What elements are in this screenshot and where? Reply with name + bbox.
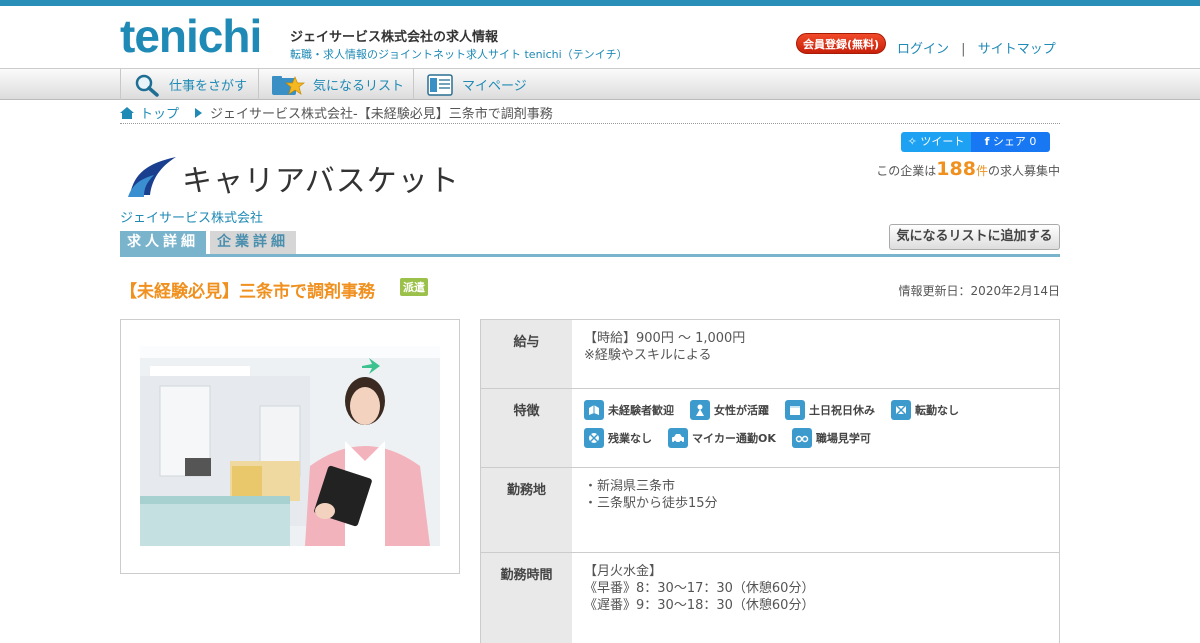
hours-line: 《早番》8：30～17：30（休憩60分）	[584, 581, 815, 596]
count-suffix: の求人募集中	[987, 164, 1060, 178]
job-detail-table: 給与 【時給】900円 ～ 1,000円 ※経験やスキルによる 特徴 未経験者歓…	[480, 319, 1060, 643]
company-name[interactable]: ジェイサービス株式会社	[120, 207, 263, 226]
detail-label: 勤務地	[481, 468, 572, 552]
home-icon	[120, 106, 134, 119]
nav-label: 仕事をさがす	[169, 79, 248, 94]
detail-row-features: 特徴 未経験者歓迎 女性が活躍 土日祝日休み 転勤なし 残業なし マイカー通勤O…	[481, 389, 1059, 468]
job-title: 【未経験必見】三条市で調剤事務	[120, 282, 375, 302]
feature-label: 職場見学可	[815, 431, 871, 445]
detail-label: 給与	[481, 320, 572, 388]
detail-value: 【時給】900円 ～ 1,000円 ※経験やスキルによる	[572, 320, 1059, 388]
feature-item: 転勤なし	[891, 400, 959, 420]
company-logo: キャリアバスケット	[124, 155, 460, 201]
location-line: ・新潟県三条市	[584, 479, 676, 494]
site-header: tenichi ジェイサービス株式会社の求人情報 転職・求人情報のジョイントネッ…	[0, 6, 1200, 68]
nav-item-search-jobs[interactable]: 仕事をさがす	[120, 69, 258, 100]
employment-type-badge: 派遣	[400, 278, 428, 296]
feature-item: 未経験者歓迎	[584, 400, 674, 420]
car-icon	[668, 428, 688, 448]
magnifier-icon	[135, 74, 159, 97]
updated-date: 情報更新日：2020年2月14日	[898, 284, 1060, 298]
feature-item: 女性が活躍	[690, 400, 769, 420]
feature-item: 土日祝日休み	[785, 400, 875, 420]
tab-job-detail[interactable]: 求人詳細	[120, 231, 206, 254]
nav-label: マイページ	[462, 79, 527, 94]
glasses-icon	[791, 428, 812, 448]
count-unit: 件	[975, 164, 988, 178]
count-prefix: この企業は	[876, 164, 937, 178]
job-photo	[140, 346, 440, 546]
feature-label: 転勤なし	[915, 403, 959, 417]
company-logo-text: キャリアバスケット	[182, 164, 460, 199]
detail-row-salary: 給与 【時給】900円 ～ 1,000円 ※経験やスキルによる	[481, 320, 1059, 389]
feature-item: 残業なし	[584, 428, 652, 448]
feature-label: 土日祝日休み	[809, 403, 875, 417]
tab-company-detail[interactable]: 企業詳細	[210, 231, 296, 254]
feature-label: 未経験者歓迎	[608, 403, 674, 417]
calendar-icon	[785, 400, 805, 420]
share-label: シェア 0	[992, 135, 1037, 148]
nav-label: 気になるリスト	[313, 79, 405, 94]
feature-label: マイカー通勤OK	[692, 431, 776, 445]
star-folder-icon	[272, 75, 305, 95]
woman-icon	[690, 400, 710, 420]
salary-line: ※経験やスキルによる	[584, 348, 712, 363]
login-link[interactable]: ログイン	[897, 42, 949, 57]
detail-label: 特徴	[481, 389, 572, 467]
salary-line: 【時給】900円 ～ 1,000円	[584, 331, 746, 346]
breadcrumb-home-link[interactable]: トップ	[140, 103, 179, 122]
job-count: この企業は188件の求人募集中	[876, 158, 1060, 180]
site-subtitle: 転職・求人情報のジョイントネット求人サイト tenichi（テンイチ）	[290, 48, 628, 61]
sitemap-link[interactable]: サイトマップ	[978, 42, 1056, 57]
facebook-icon: f	[984, 135, 990, 148]
facebook-share-button[interactable]: f シェア 0	[971, 132, 1050, 152]
no-transfer-icon	[891, 400, 911, 420]
site-title: ジェイサービス株式会社の求人情報	[290, 30, 499, 45]
hours-line: 《遅番》9：30～18：30（休憩60分）	[584, 598, 815, 613]
career-basket-mark-icon	[128, 157, 176, 197]
no-overtime-icon	[584, 428, 604, 448]
tenichi-logo[interactable]: tenichi	[120, 10, 262, 62]
feature-label: 女性が活躍	[714, 403, 769, 417]
breadcrumb: トップ ジェイサービス株式会社-【未経験必見】三条市で調剤事務	[120, 102, 1060, 124]
feature-item: マイカー通勤OK	[668, 428, 776, 448]
pharmacy-clerk-illustration	[140, 346, 440, 546]
feature-label: 残業なし	[608, 431, 652, 445]
detail-value: ・新潟県三条市 ・三条駅から徒歩15分	[572, 468, 1059, 552]
id-card-icon	[427, 73, 453, 96]
tweet-button[interactable]: ✧ ツイート	[901, 132, 971, 152]
twitter-bird-icon: ✧	[907, 135, 917, 148]
beginner-icon	[584, 400, 604, 420]
social-buttons: ✧ ツイート f シェア 0	[901, 132, 1050, 152]
global-nav: 仕事をさがす 気になるリスト マイページ	[0, 68, 1200, 100]
breadcrumb-current: ジェイサービス株式会社-【未経験必見】三条市で調剤事務	[210, 107, 553, 122]
location-line: ・三条駅から徒歩15分	[584, 496, 718, 511]
add-to-favorites-button[interactable]: 気になるリストに追加する	[889, 224, 1060, 250]
link-separator: |	[961, 42, 966, 57]
feature-list: 未経験者歓迎 女性が活躍 土日祝日休み 転勤なし 残業なし マイカー通勤OK 職…	[572, 389, 1059, 467]
detail-row-location: 勤務地 ・新潟県三条市 ・三条駅から徒歩15分	[481, 468, 1059, 553]
register-button[interactable]: 会員登録(無料)	[796, 33, 886, 54]
tweet-label: ツイート	[920, 135, 965, 148]
breadcrumb-arrow-icon	[195, 107, 203, 118]
header-links: ログイン | サイトマップ	[897, 38, 1056, 57]
job-photo-frame	[120, 319, 460, 574]
count-value[interactable]: 188	[936, 158, 976, 180]
nav-item-mypage[interactable]: マイページ	[413, 69, 543, 100]
nav-item-favorites[interactable]: 気になるリスト	[258, 69, 413, 100]
hours-line: 【月火水金】	[584, 564, 663, 579]
feature-item: 職場見学可	[791, 428, 871, 448]
